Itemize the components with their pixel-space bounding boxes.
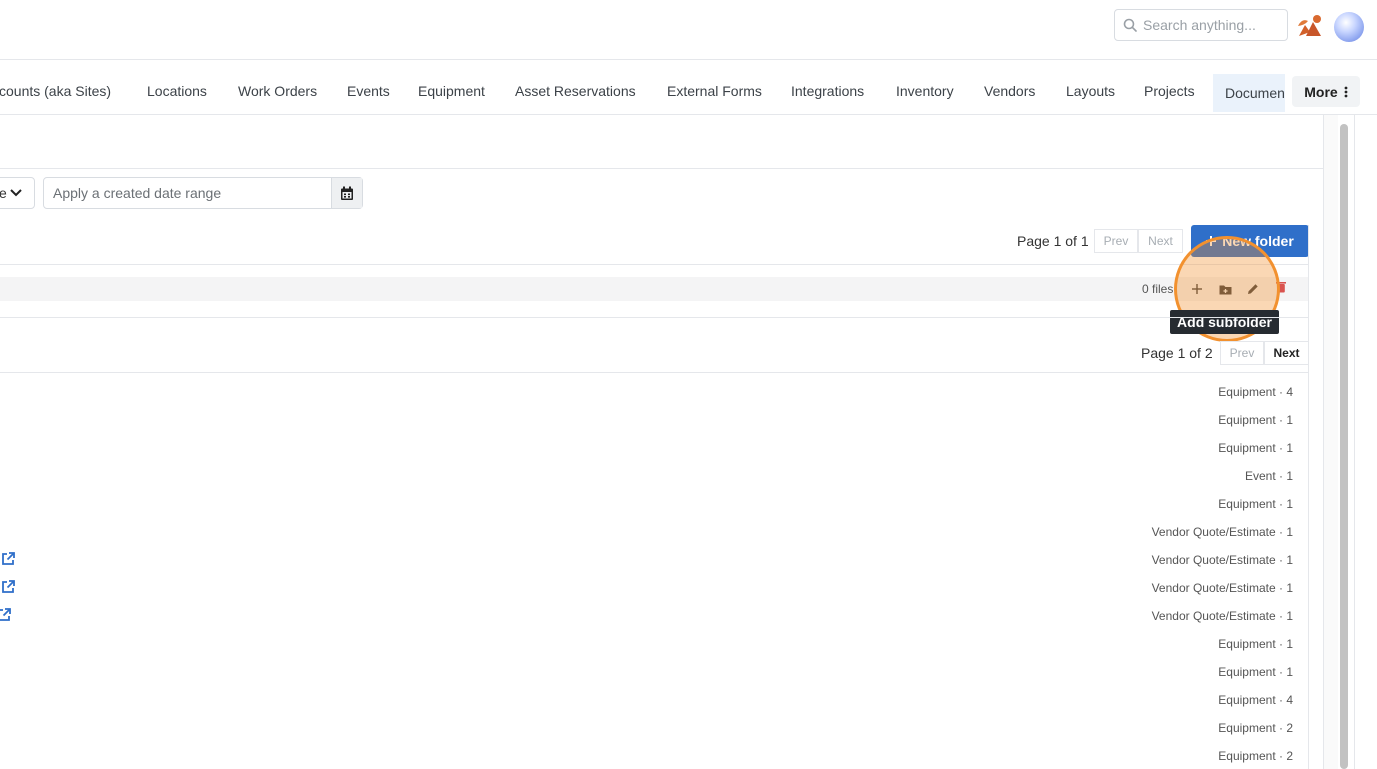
document-meta: Equipment · 4	[1218, 693, 1293, 707]
external-link-icon[interactable]	[0, 551, 16, 567]
nav-item-layouts[interactable]: Layouts	[1066, 60, 1115, 115]
created-date-range[interactable]	[43, 177, 363, 209]
nav-item-documents[interactable]: Documen	[1213, 74, 1285, 112]
nav-item-locations[interactable]: Locations	[147, 60, 207, 115]
folders-prev-button[interactable]: Prev	[1094, 229, 1138, 253]
brand-logo-icon[interactable]	[1296, 12, 1324, 38]
nav-item-events[interactable]: Events	[347, 60, 390, 115]
chevron-down-icon	[10, 189, 22, 197]
add-subfolder-tooltip: Add subfolder	[1170, 310, 1279, 334]
type-filter-value: e	[0, 185, 7, 201]
documents-prev-button[interactable]: Prev	[1220, 341, 1264, 365]
section-divider	[0, 168, 1323, 169]
document-meta: Vendor Quote/Estimate · 1	[1151, 525, 1293, 539]
document-meta: Equipment · 1	[1218, 665, 1293, 679]
right-gutter	[1354, 115, 1377, 769]
search-icon	[1123, 18, 1137, 32]
folder-row[interactable]	[0, 277, 1309, 301]
nav-item-inventory[interactable]: Inventory	[896, 60, 954, 115]
date-range-input[interactable]	[44, 178, 331, 208]
nav-item-accounts[interactable]: ccounts (aka Sites)	[0, 60, 111, 115]
folders-next-button[interactable]: Next	[1138, 229, 1183, 253]
documents-next-button[interactable]: Next	[1264, 341, 1309, 365]
nav-item-work-orders[interactable]: Work Orders	[238, 60, 317, 115]
more-menu-button[interactable]: More	[1292, 76, 1360, 107]
more-label: More	[1304, 83, 1338, 100]
document-meta: Equipment · 1	[1218, 637, 1293, 651]
search-input[interactable]	[1143, 17, 1283, 33]
folder-list-divider	[0, 317, 1309, 318]
document-meta: Event · 1	[1244, 469, 1293, 483]
calendar-button[interactable]	[331, 178, 362, 208]
nav-item-documents-wrap: Documen	[1213, 60, 1285, 115]
document-meta: Vendor Quote/Estimate · 1	[1151, 609, 1293, 623]
documents-divider	[0, 372, 1309, 373]
document-meta: Equipment · 2	[1218, 749, 1293, 763]
nav-item-projects[interactable]: Projects	[1144, 60, 1195, 115]
global-search[interactable]	[1114, 9, 1288, 41]
user-avatar[interactable]	[1334, 12, 1364, 42]
external-link-icon[interactable]	[0, 607, 12, 623]
document-meta: Equipment · 2	[1218, 721, 1293, 735]
nav-item-integrations[interactable]: Integrations	[791, 60, 864, 115]
nav-item-equipment[interactable]: Equipment	[418, 60, 485, 115]
content-edge	[1308, 225, 1323, 769]
documents-page-indicator: Page 1 of 2	[1141, 345, 1213, 361]
scrollbar-track[interactable]	[1323, 115, 1338, 769]
document-meta: Equipment · 1	[1218, 413, 1293, 427]
calendar-icon	[341, 186, 353, 200]
document-meta: Equipment · 1	[1218, 441, 1293, 455]
document-meta: Equipment · 1	[1218, 497, 1293, 511]
document-meta: Vendor Quote/Estimate · 1	[1151, 553, 1293, 567]
folder-file-count: 0 files	[1142, 282, 1174, 296]
type-filter-select[interactable]: e	[0, 177, 35, 209]
nav-item-external-forms[interactable]: External Forms	[667, 60, 762, 115]
external-link-icon[interactable]	[0, 579, 16, 595]
folders-page-indicator: Page 1 of 1	[1017, 233, 1089, 249]
scrollbar-thumb[interactable]	[1340, 124, 1348, 769]
top-bar	[0, 0, 1377, 60]
folders-divider	[0, 264, 1309, 265]
nav-item-vendors[interactable]: Vendors	[984, 60, 1035, 115]
document-meta: Equipment · 4	[1218, 385, 1293, 399]
vertical-dots-icon	[1344, 86, 1348, 97]
nav-item-asset-reservations[interactable]: Asset Reservations	[515, 60, 636, 115]
document-meta: Vendor Quote/Estimate · 1	[1151, 581, 1293, 595]
main-nav: ccounts (aka Sites) Locations Work Order…	[0, 60, 1377, 115]
